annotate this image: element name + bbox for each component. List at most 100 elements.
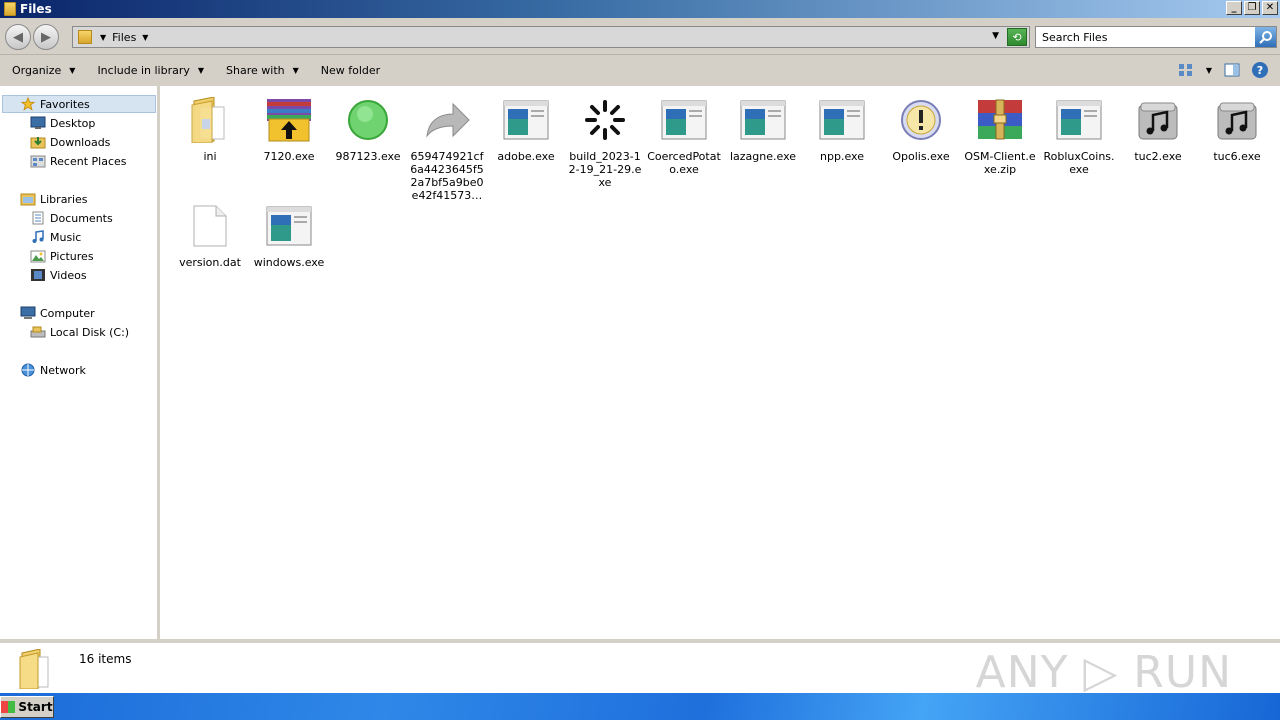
file-name: RobluxCoins.exe bbox=[1043, 150, 1115, 176]
downloads-icon bbox=[30, 137, 46, 149]
search-icon bbox=[1258, 31, 1272, 44]
nav-favorites-label: Favorites bbox=[40, 97, 90, 111]
file-item-osm-client[interactable]: OSM-Client.exe.zip bbox=[962, 96, 1038, 176]
nav-downloads-label: Downloads bbox=[50, 135, 111, 149]
file-item-opolis[interactable]: Opolis.exe bbox=[883, 96, 959, 163]
nav-local-disk-label: Local Disk (C:) bbox=[50, 325, 130, 339]
restore-button[interactable]: ❐ bbox=[1244, 1, 1260, 15]
share-with-button[interactable]: Share with ▼ bbox=[226, 64, 299, 77]
close-button[interactable]: ✕ bbox=[1262, 1, 1278, 15]
file-item-659474921cf[interactable]: 659474921cf6a4423645f52a7bf5a9be0e42f415… bbox=[409, 96, 485, 202]
start-button[interactable]: Start bbox=[0, 696, 54, 718]
file-name: 659474921cf6a4423645f52a7bf5a9be0e42f415… bbox=[410, 150, 484, 202]
file-item-tuc2[interactable]: tuc2.exe bbox=[1120, 96, 1196, 163]
nav-libraries[interactable]: Libraries bbox=[20, 192, 88, 206]
file-item-lazagne[interactable]: lazagne.exe bbox=[725, 96, 801, 163]
nav-documents[interactable]: Documents bbox=[30, 211, 113, 225]
change-view-icon[interactable] bbox=[1178, 62, 1194, 78]
nav-libraries-label: Libraries bbox=[40, 192, 88, 206]
start-label: Start bbox=[18, 700, 53, 714]
file-item-robluxcoins[interactable]: RobluxCoins.exe bbox=[1041, 96, 1117, 176]
file-item-windows[interactable]: windows.exe bbox=[251, 202, 327, 269]
file-name: 7120.exe bbox=[263, 150, 315, 163]
nav-videos[interactable]: Videos bbox=[30, 268, 87, 282]
file-item-coercedpotato[interactable]: CoercedPotato.exe bbox=[646, 96, 722, 176]
desktop-icon bbox=[30, 116, 46, 129]
breadcrumb-dropdown-icon[interactable]: ▼ bbox=[142, 33, 148, 42]
nav-music[interactable]: Music bbox=[30, 230, 81, 244]
view-controls: ▼ ? bbox=[1178, 62, 1268, 78]
file-name: version.dat bbox=[179, 256, 241, 269]
address-history-dropdown-icon[interactable]: ▼ bbox=[992, 31, 999, 41]
folder-icon bbox=[4, 2, 16, 16]
new-folder-button[interactable]: New folder bbox=[321, 64, 380, 77]
file-item-7120[interactable]: 7120.exe bbox=[251, 96, 327, 163]
file-item-adobe[interactable]: adobe.exe bbox=[488, 96, 564, 163]
minimize-button[interactable]: _ bbox=[1226, 1, 1242, 15]
file-item-npp[interactable]: npp.exe bbox=[804, 96, 880, 163]
nav-downloads[interactable]: Downloads bbox=[30, 135, 110, 149]
nav-documents-label: Documents bbox=[50, 211, 113, 225]
include-in-library-button[interactable]: Include in library ▼ bbox=[97, 64, 204, 77]
libraries-icon bbox=[20, 193, 36, 206]
window-controls: _ ❐ ✕ bbox=[1226, 1, 1278, 15]
file-name: OSM-Client.exe.zip bbox=[964, 150, 1036, 176]
nav-network[interactable]: Network bbox=[20, 363, 86, 377]
chevron-down-icon: ▼ bbox=[292, 66, 299, 75]
help-icon[interactable]: ? bbox=[1252, 62, 1268, 78]
organize-label: Organize bbox=[12, 64, 62, 77]
share-with-label: Share with bbox=[226, 64, 285, 77]
file-item-build[interactable]: build_2023-12-19_21-29.exe bbox=[567, 96, 643, 189]
exe-window-icon bbox=[1055, 96, 1103, 144]
nav-local-disk[interactable]: Local Disk (C:) bbox=[30, 325, 129, 339]
file-item-tuc6[interactable]: tuc6.exe bbox=[1199, 96, 1275, 163]
chevron-down-icon: ▼ bbox=[69, 66, 76, 75]
breadcrumb-files[interactable]: Files bbox=[112, 31, 136, 44]
nav-computer[interactable]: Computer bbox=[20, 306, 95, 320]
back-button[interactable]: ◀ bbox=[5, 24, 31, 50]
nav-pictures[interactable]: Pictures bbox=[30, 249, 94, 263]
nav-favorites[interactable]: Favorites bbox=[20, 97, 90, 111]
search-button[interactable] bbox=[1255, 27, 1276, 47]
file-name: lazagne.exe bbox=[729, 150, 797, 163]
forward-button[interactable]: ▶ bbox=[33, 24, 59, 50]
preview-pane-icon[interactable] bbox=[1224, 62, 1240, 78]
address-bar[interactable]: ▼ Files ▼ ▼ ⟲ bbox=[72, 26, 1030, 48]
videos-icon bbox=[31, 269, 45, 281]
file-name: adobe.exe bbox=[497, 150, 555, 163]
watermark: ANY ▷ RUN bbox=[975, 647, 1232, 698]
windows-flag-icon bbox=[1, 701, 16, 713]
computer-icon bbox=[20, 306, 36, 319]
documents-icon bbox=[32, 211, 44, 225]
file-name: CoercedPotato.exe bbox=[647, 150, 721, 176]
details-pane: 16 items ANY ▷ RUN bbox=[0, 639, 1280, 698]
breadcrumb-separator-icon[interactable]: ▼ bbox=[100, 33, 106, 42]
folder-icon bbox=[19, 649, 49, 689]
exe-window-icon bbox=[502, 96, 550, 144]
folder-icon bbox=[78, 30, 92, 44]
file-item-version-dat[interactable]: version.dat bbox=[172, 202, 248, 269]
nav-desktop[interactable]: Desktop bbox=[30, 116, 95, 130]
search-placeholder: Search Files bbox=[1042, 30, 1108, 44]
file-item-ini[interactable]: ini bbox=[172, 96, 248, 163]
refresh-button[interactable]: ⟲ bbox=[1007, 28, 1027, 46]
back-arrow-icon: ◀ bbox=[13, 29, 23, 45]
nav-recent-places[interactable]: Recent Places bbox=[30, 154, 127, 168]
include-in-library-label: Include in library bbox=[97, 64, 190, 77]
pictures-icon bbox=[30, 250, 46, 263]
title-bar: Files _ ❐ ✕ bbox=[0, 0, 1280, 18]
green-circle-icon bbox=[344, 96, 392, 144]
shortcut-arrow-icon bbox=[423, 96, 471, 144]
search-input[interactable]: Search Files bbox=[1035, 26, 1277, 48]
file-item-987123[interactable]: 987123.exe bbox=[330, 96, 406, 163]
winrar-sfx-icon bbox=[265, 96, 313, 144]
recent-places-icon bbox=[30, 155, 46, 168]
network-icon bbox=[21, 363, 35, 377]
local-disk-icon bbox=[30, 326, 46, 338]
organize-button[interactable]: Organize ▼ bbox=[12, 64, 75, 77]
file-name: Opolis.exe bbox=[892, 150, 950, 163]
folder-icon bbox=[186, 96, 234, 144]
music-icon bbox=[32, 230, 44, 243]
navigation-pane: Favorites Desktop Downloads Recent Place… bbox=[0, 86, 160, 639]
view-dropdown-icon[interactable]: ▼ bbox=[1206, 66, 1212, 75]
